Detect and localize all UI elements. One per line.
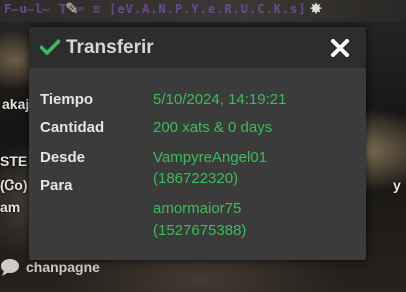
chat-side-text-2: STE: [0, 153, 28, 169]
bomb-icon[interactable]: ✸: [306, 0, 326, 20]
check-icon: [38, 38, 62, 56]
chat-top-banner-text: F̶u̶l̶ 𝕋 ═ ≡ [eV.A.N.P.Y.e.R.U.C.K.s]: [4, 2, 307, 16]
value-cantidad: 200 xats & 0 days: [153, 119, 273, 136]
transfer-details: Tiempo 5/10/2024, 14:19:21 Cantidad 200 …: [29, 68, 366, 260]
value-desde-name: VampyreAngel01: [153, 149, 267, 166]
value-para-id: (1527675388): [153, 222, 247, 239]
chat-side-text-3: (Ꮳo): [0, 177, 28, 193]
speech-bubble-icon: [0, 258, 20, 276]
value-tiempo: 5/10/2024, 14:19:21: [153, 91, 287, 108]
label-para: Para: [40, 177, 73, 194]
dialog-header: Transferir: [29, 27, 366, 68]
dialog-title: Transferir: [66, 37, 154, 58]
label-desde: Desde: [40, 149, 86, 166]
transfer-dialog: Transferir Tiempo 5/10/2024, 14:19:21 Ca…: [29, 27, 366, 260]
label-cantidad: Cantidad: [40, 119, 105, 136]
chat-top-bar: F̶u̶l̶ 𝕋 ═ ≡ [eV.A.N.P.Y.e.R.U.C.K.s] ✎ …: [0, 0, 406, 22]
label-tiempo: Tiempo: [40, 91, 94, 108]
value-para-name: amormaior75: [153, 200, 242, 217]
chat-side-text-4: am: [0, 199, 21, 215]
close-button[interactable]: [330, 38, 350, 58]
value-desde-id: (186722320): [153, 170, 239, 187]
pencil-icon[interactable]: ✎: [62, 0, 82, 20]
close-icon[interactable]: [330, 38, 350, 58]
chat-username[interactable]: chanpagne: [26, 259, 100, 275]
chat-side-text-right: y: [393, 177, 401, 193]
